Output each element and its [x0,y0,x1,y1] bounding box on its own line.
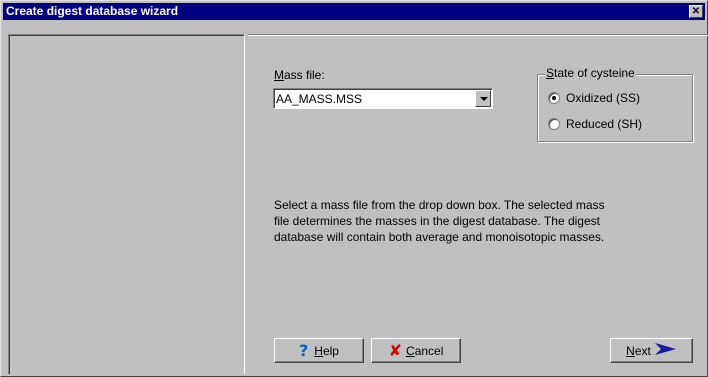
cancel-icon: ✘ [388,341,403,360]
dropdown-button[interactable] [475,90,491,107]
reduced-label[interactable]: Reduced (SH) [566,117,642,131]
description-line: database will contain both average and m… [274,230,605,244]
title-bar[interactable]: Create digest database wizard ✕ [3,3,705,20]
mass-file-label: Mass file: [274,68,325,82]
cysteine-state-title: State of cysteine [545,66,636,80]
close-icon: ✕ [691,5,701,17]
help-icon: ? [299,341,309,360]
chevron-down-icon [480,97,488,101]
wizard-image-panel [8,34,245,374]
reduced-radio[interactable] [548,118,560,130]
radio-selected-dot [552,96,556,100]
window-title: Create digest database wizard [6,4,179,18]
oxidized-radio[interactable] [548,92,560,104]
arrow-right-icon [654,342,677,359]
mass-file-dropdown[interactable]: AA_MASS.MSS [273,88,493,109]
description-line: Select a mass file from the drop down bo… [274,198,605,212]
description-text: Select a mass file from the drop down bo… [274,197,704,245]
mass-file-value: AA_MASS.MSS [276,92,363,106]
close-button[interactable]: ✕ [689,5,703,18]
help-button-label: Help [314,343,339,358]
help-button[interactable]: ? Help [274,338,364,363]
description-line: file determines the masses in the digest… [274,214,600,228]
oxidized-label[interactable]: Oxidized (SS) [566,91,640,105]
content-divider [248,34,708,36]
cysteine-state-group [537,74,693,142]
next-button-label: Next [626,343,651,358]
cancel-button[interactable]: ✘ Cancel [371,338,461,363]
cancel-button-label: Cancel [406,343,444,358]
next-button[interactable]: Next [610,338,693,363]
